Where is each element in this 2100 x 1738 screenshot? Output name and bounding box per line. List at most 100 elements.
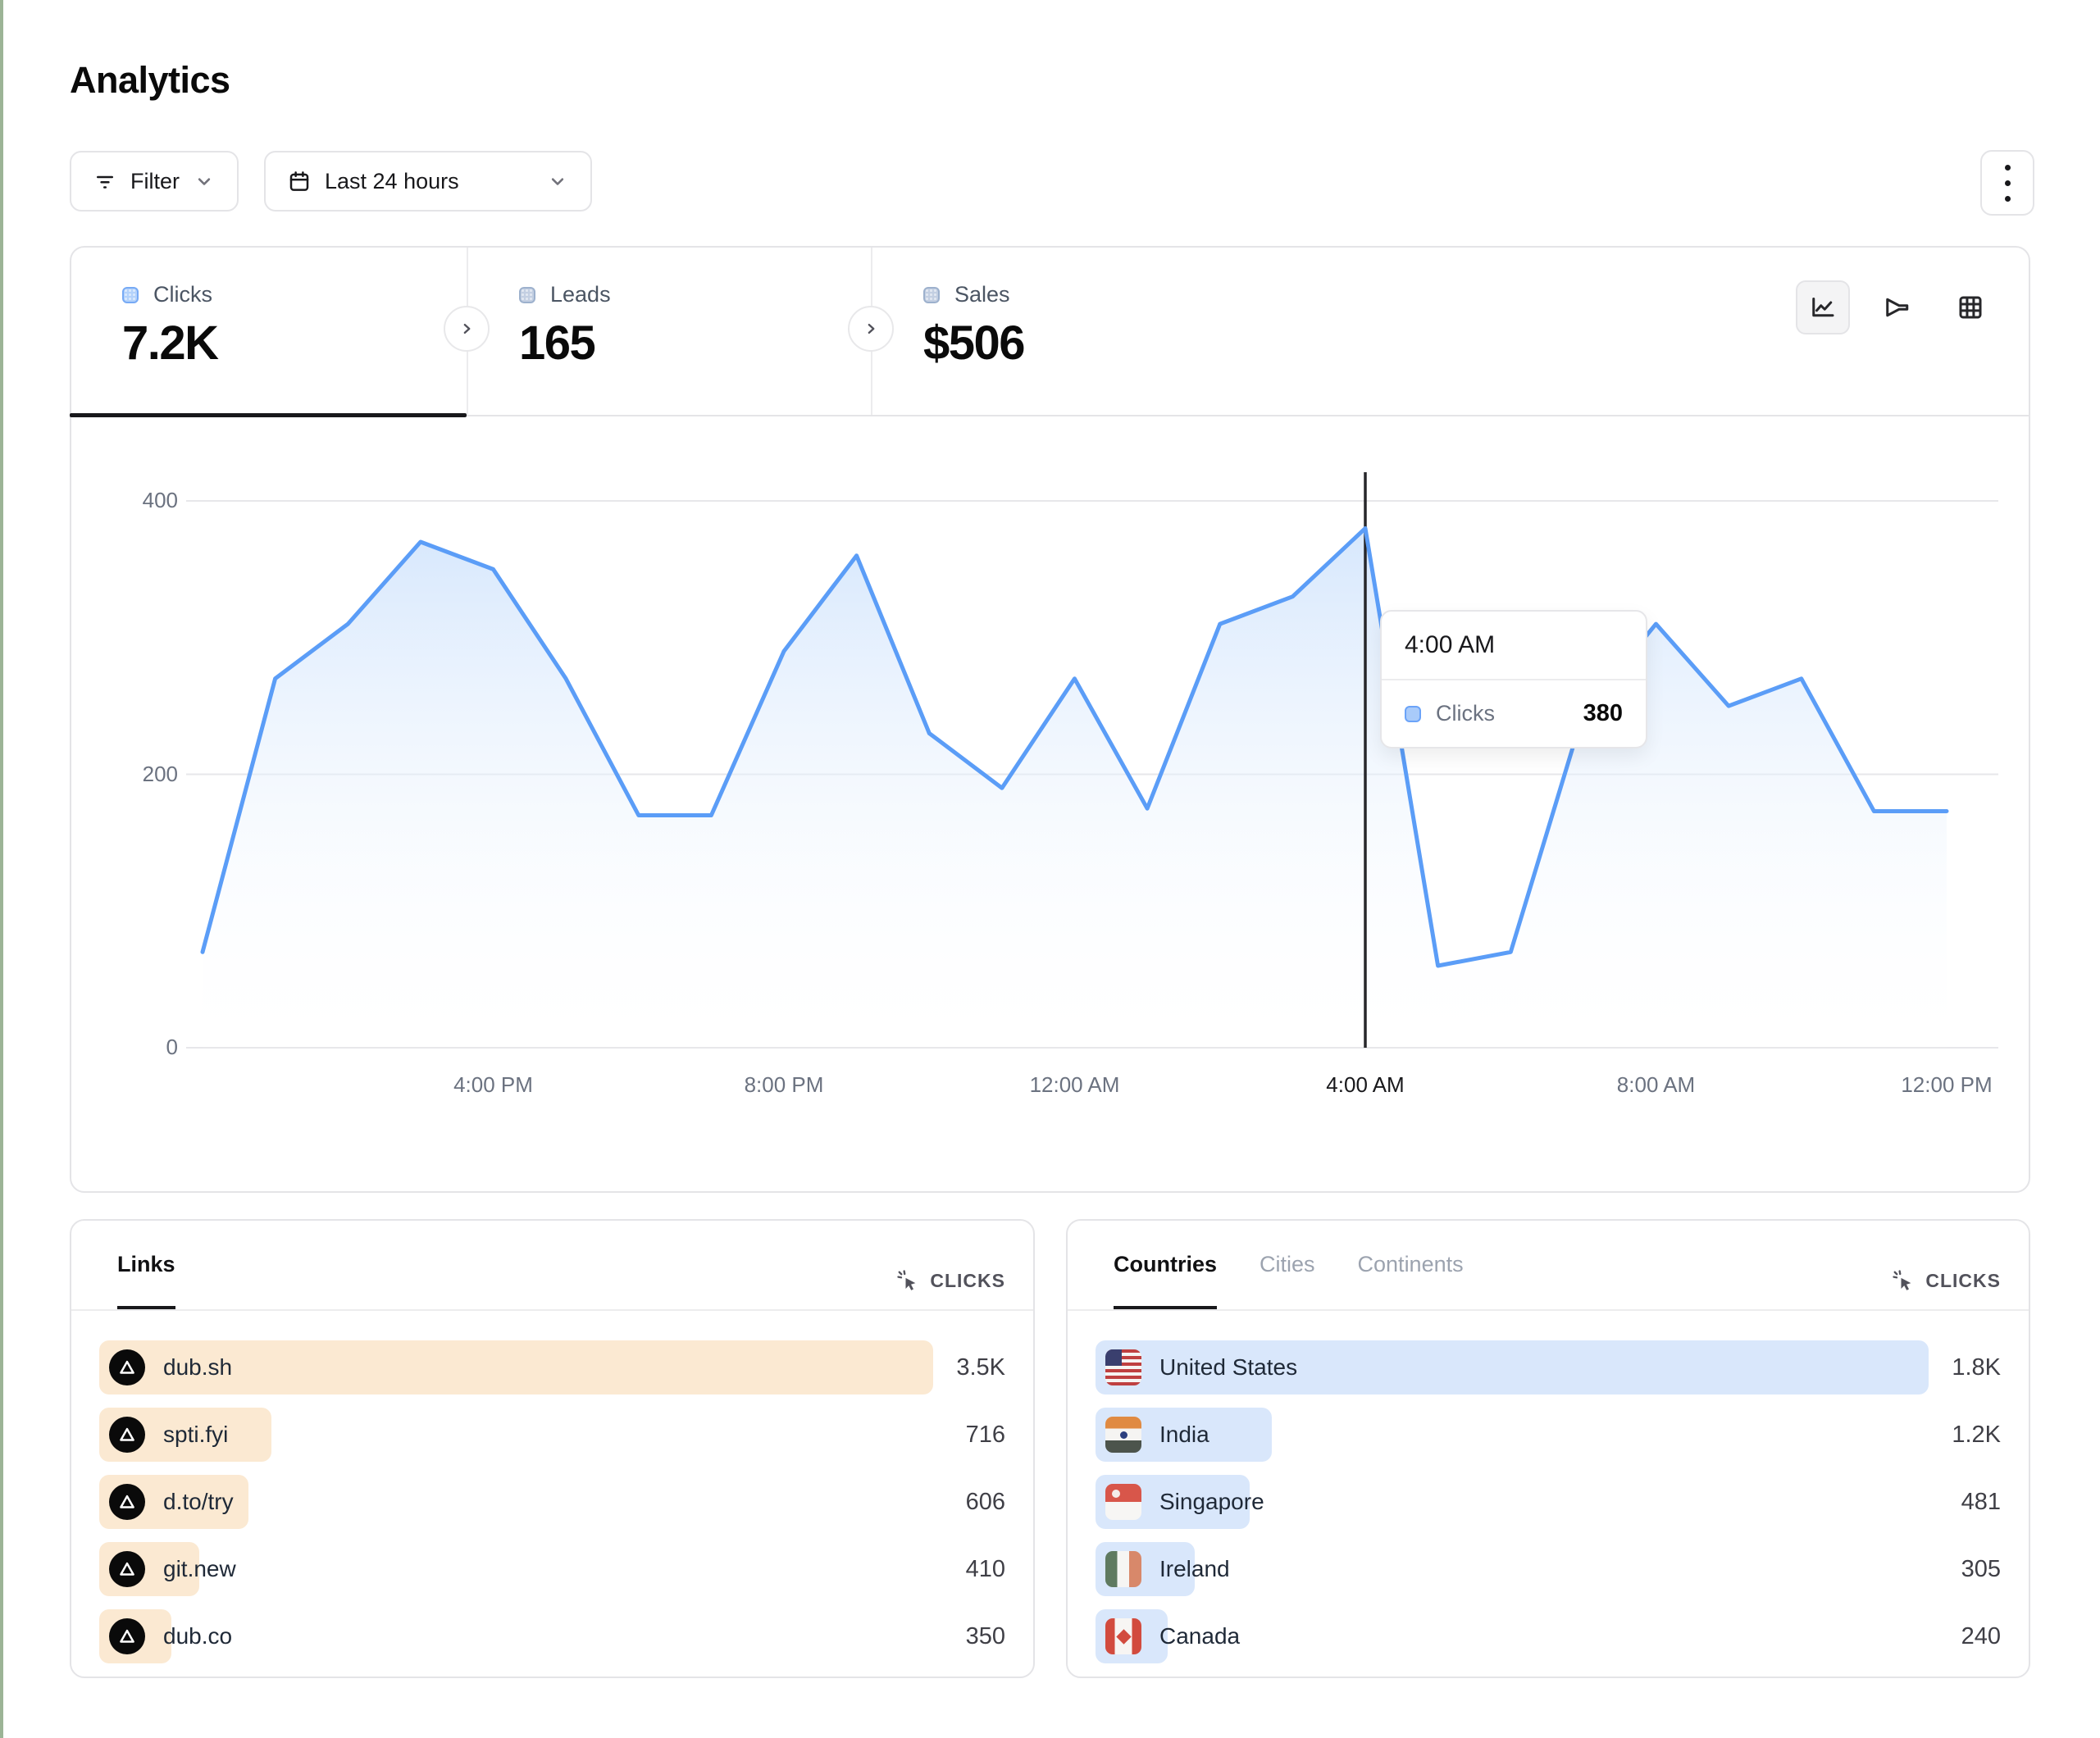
left-edge-strip bbox=[0, 0, 3, 1738]
cursor-click-icon bbox=[895, 1268, 920, 1293]
date-range-button[interactable]: Last 24 hours bbox=[264, 151, 592, 212]
country-label: Singapore bbox=[1159, 1489, 1264, 1515]
funnel-chart-toggle[interactable] bbox=[1870, 280, 1924, 334]
x-axis-tick: 4:00 AM bbox=[1296, 1072, 1435, 1098]
stat-label: Clicks bbox=[153, 282, 212, 307]
stat-tab-sales[interactable]: Sales $506 bbox=[871, 248, 1297, 415]
chevron-down-icon bbox=[193, 170, 216, 193]
link-label: dub.sh bbox=[163, 1354, 232, 1381]
analytics-page: Analytics Filter Last 24 hours bbox=[0, 0, 2100, 1738]
tooltip-value: 380 bbox=[1583, 700, 1623, 727]
country-clicks: 1.2K bbox=[1952, 1408, 2001, 1462]
tab-links[interactable]: Links bbox=[117, 1252, 175, 1309]
tab-continents[interactable]: Continents bbox=[1358, 1252, 1464, 1309]
ireland-flag-icon bbox=[1105, 1551, 1141, 1587]
country-label: Ireland bbox=[1159, 1556, 1230, 1582]
filter-icon bbox=[93, 169, 117, 193]
stats-row: Clicks 7.2K Leads 165 Sales $506 bbox=[71, 248, 2029, 416]
expand-sales-button[interactable] bbox=[848, 306, 894, 352]
x-axis-tick: 12:00 AM bbox=[1005, 1072, 1145, 1098]
chevron-down-icon bbox=[546, 170, 569, 193]
canada-flag-icon bbox=[1105, 1618, 1141, 1654]
stat-tab-leads[interactable]: Leads 165 bbox=[467, 248, 871, 415]
us-flag-icon bbox=[1105, 1349, 1141, 1385]
expand-leads-button[interactable] bbox=[444, 306, 490, 352]
stat-value: $506 bbox=[923, 316, 1297, 371]
clicks-metric-header[interactable]: CLICKS bbox=[1891, 1252, 2001, 1309]
link-clicks: 606 bbox=[966, 1475, 1005, 1529]
x-axis-tick: 12:00 PM bbox=[1877, 1072, 2016, 1098]
clicks-area-chart[interactable]: 0 200 400 4:00 PM 8:00 PM 12:00 AM 4:00 AM 8:0… bbox=[71, 416, 2029, 1191]
link-clicks: 716 bbox=[966, 1408, 1005, 1462]
stat-value: 165 bbox=[519, 316, 871, 371]
india-flag-icon bbox=[1105, 1417, 1141, 1453]
stat-value: 7.2K bbox=[122, 316, 467, 371]
country-row[interactable]: United States 1.8K bbox=[1096, 1340, 2001, 1394]
country-label: United States bbox=[1159, 1354, 1297, 1381]
country-label: Canada bbox=[1159, 1623, 1240, 1649]
leads-legend-icon bbox=[519, 287, 535, 303]
link-label: dub.co bbox=[163, 1623, 232, 1649]
link-row[interactable]: dub.co 350 bbox=[99, 1609, 1005, 1663]
tooltip-series: Clicks bbox=[1436, 701, 1495, 726]
country-clicks: 305 bbox=[1961, 1542, 2001, 1596]
link-row[interactable]: git.new 410 bbox=[99, 1542, 1005, 1596]
link-row[interactable]: spti.fyi 716 bbox=[99, 1408, 1005, 1462]
link-clicks: 410 bbox=[966, 1542, 1005, 1596]
clicks-legend-icon bbox=[1405, 706, 1421, 722]
page-title: Analytics bbox=[70, 59, 230, 102]
kebab-dot bbox=[2005, 196, 2011, 202]
x-axis-tick: 8:00 AM bbox=[1587, 1072, 1726, 1098]
country-clicks: 1.8K bbox=[1952, 1340, 2001, 1394]
link-row[interactable]: d.to/try 606 bbox=[99, 1475, 1005, 1529]
country-label: India bbox=[1159, 1422, 1209, 1448]
link-clicks: 3.5K bbox=[956, 1340, 1005, 1394]
line-chart-toggle[interactable] bbox=[1796, 280, 1850, 334]
tab-cities[interactable]: Cities bbox=[1260, 1252, 1315, 1309]
stat-label: Sales bbox=[954, 282, 1010, 307]
link-row[interactable]: dub.sh 3.5K bbox=[99, 1340, 1005, 1394]
y-axis-tick: 200 bbox=[112, 762, 178, 787]
country-row[interactable]: India 1.2K bbox=[1096, 1408, 2001, 1462]
kebab-dot bbox=[2005, 165, 2011, 171]
metric-label: CLICKS bbox=[1925, 1270, 2001, 1292]
table-view-toggle[interactable] bbox=[1943, 280, 1998, 334]
dub-logo-icon bbox=[109, 1349, 145, 1385]
chart-type-toggles bbox=[1796, 280, 1998, 334]
countries-card: Countries Cities Continents CLICKS Unite… bbox=[1066, 1219, 2030, 1678]
tab-countries[interactable]: Countries bbox=[1114, 1252, 1217, 1309]
metric-label: CLICKS bbox=[930, 1270, 1005, 1292]
link-label: d.to/try bbox=[163, 1489, 234, 1515]
link-clicks: 350 bbox=[966, 1609, 1005, 1663]
tooltip-time: 4:00 AM bbox=[1382, 612, 1646, 680]
clicks-metric-header[interactable]: CLICKS bbox=[895, 1252, 1005, 1309]
stat-tab-clicks[interactable]: Clicks 7.2K bbox=[71, 248, 467, 415]
analytics-card: Clicks 7.2K Leads 165 Sales $506 bbox=[70, 246, 2030, 1193]
calendar-icon bbox=[287, 169, 312, 193]
x-axis-tick: 8:00 PM bbox=[714, 1072, 854, 1098]
countries-list: United States 1.8K India 1.2K Singapore … bbox=[1068, 1311, 2029, 1663]
country-row[interactable]: Canada 240 bbox=[1096, 1609, 2001, 1663]
sales-legend-icon bbox=[923, 287, 940, 303]
filter-button[interactable]: Filter bbox=[70, 151, 239, 212]
x-axis-tick: 4:00 PM bbox=[424, 1072, 563, 1098]
y-axis-tick: 400 bbox=[112, 488, 178, 513]
country-clicks: 481 bbox=[1961, 1475, 2001, 1529]
country-row[interactable]: Singapore 481 bbox=[1096, 1475, 2001, 1529]
chart-tooltip: 4:00 AM Clicks 380 bbox=[1380, 610, 1647, 748]
date-range-label: Last 24 hours bbox=[325, 169, 459, 194]
stat-label: Leads bbox=[550, 282, 611, 307]
links-card: Links CLICKS dub.sh 3.5K bbox=[70, 1219, 1035, 1678]
dub-logo-icon bbox=[109, 1551, 145, 1587]
dub-logo-icon bbox=[109, 1484, 145, 1520]
kebab-dot bbox=[2005, 180, 2011, 186]
more-options-button[interactable] bbox=[1980, 150, 2034, 216]
dub-logo-icon bbox=[109, 1417, 145, 1453]
clicks-legend-icon bbox=[122, 287, 139, 303]
link-label: git.new bbox=[163, 1556, 236, 1582]
country-row[interactable]: Ireland 305 bbox=[1096, 1542, 2001, 1596]
links-list: dub.sh 3.5K spti.fyi 716 d.to/try 606 bbox=[71, 1311, 1033, 1663]
y-axis-tick: 0 bbox=[112, 1035, 178, 1060]
filter-label: Filter bbox=[130, 169, 180, 194]
country-clicks: 240 bbox=[1961, 1609, 2001, 1663]
